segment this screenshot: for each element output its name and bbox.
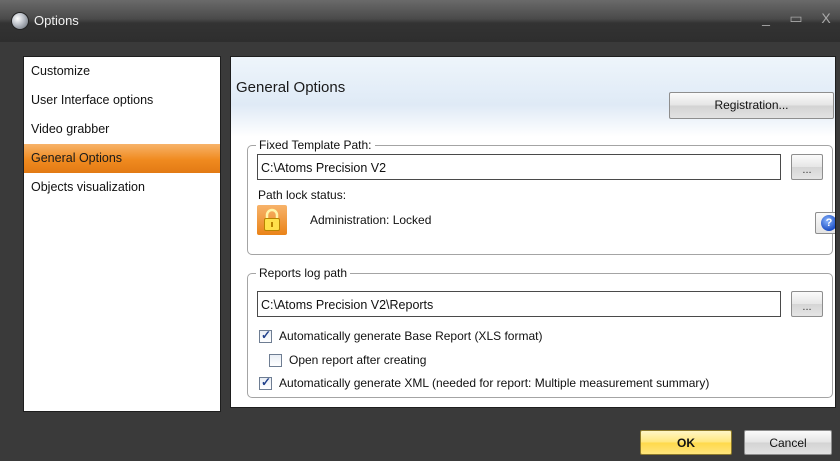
check-icon: ✓ [261,375,272,389]
help-button[interactable]: ? [815,212,835,234]
lock-icon [257,205,287,235]
generate-xml-label: Automatically generate XML (needed for r… [279,376,710,390]
window-controls: _ ▭ X [758,10,834,27]
window-title: Options [34,13,79,28]
reports-log-path-group: Reports log path C:\Atoms Precision V2\R… [247,266,833,398]
registration-button[interactable]: Registration... [669,92,834,119]
minimize-icon[interactable]: _ [758,10,774,27]
check-icon: ✓ [261,328,272,342]
page-title: General Options [236,79,346,96]
open-report-checkbox[interactable] [269,354,282,367]
maximize-icon[interactable]: ▭ [788,10,804,27]
fixed-template-path-label: Fixed Template Path: [256,138,375,152]
ok-button[interactable]: OK [640,430,732,455]
close-icon[interactable]: X [818,10,834,27]
sidebar-item-video-grabber[interactable]: Video grabber [24,115,220,144]
cancel-button[interactable]: Cancel [744,430,832,455]
reports-log-path-input[interactable]: C:\Atoms Precision V2\Reports [257,291,781,317]
base-report-checkbox[interactable]: ✓ [259,328,272,343]
app-logo-icon [12,13,28,29]
sidebar-item-customize[interactable]: Customize [24,57,220,86]
options-category-list: Customize User Interface options Video g… [23,56,221,412]
generate-xml-checkbox[interactable]: ✓ [259,375,272,390]
fixed-template-browse-button[interactable]: ... [791,154,823,180]
fixed-template-path-group: Fixed Template Path: C:\Atoms Precision … [247,138,835,255]
general-options-panel: General Options Registration... Fixed Te… [230,56,836,408]
reports-browse-button[interactable]: ... [791,291,823,317]
reports-log-path-label: Reports log path [256,266,351,280]
title-bar[interactable]: Options _ ▭ X [0,0,840,42]
open-report-label: Open report after creating [289,353,427,367]
fixed-template-path-input[interactable]: C:\Atoms Precision V2 [257,154,781,180]
help-icon: ? [821,215,835,231]
sidebar-item-objects-visualization[interactable]: Objects visualization [24,173,220,202]
lock-status-value: Administration: Locked [310,213,432,227]
path-lock-status-label: Path lock status: [258,188,347,202]
sidebar-item-general-options[interactable]: General Options [24,144,220,173]
base-report-label: Automatically generate Base Report (XLS … [279,329,543,343]
sidebar-item-user-interface-options[interactable]: User Interface options [24,86,220,115]
options-window: Options _ ▭ X Customize User Interface o… [0,0,840,461]
